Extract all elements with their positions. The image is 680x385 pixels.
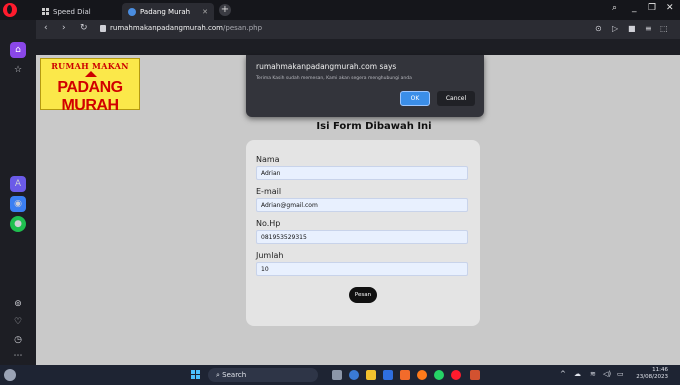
tab-speed-dial[interactable]: Speed Dial	[36, 3, 118, 20]
taskbar-search[interactable]: ⌕ Search	[208, 368, 318, 382]
history-icon[interactable]: ◷	[10, 332, 26, 348]
player-icon[interactable]: ⊚	[10, 296, 26, 312]
wifi-icon[interactable]: ≋	[590, 370, 596, 378]
clock-date: 23/08/2023	[636, 374, 668, 380]
figma-icon[interactable]	[400, 370, 410, 380]
tab-label: Padang Murah	[140, 7, 191, 16]
tab-bar: Speed Dial Padang Murah ✕ + ⌕ _ ❐ ✕	[0, 0, 680, 20]
reload-icon[interactable]: ↻	[80, 23, 88, 33]
clock[interactable]: 11:46 23/08/2023	[628, 367, 668, 381]
jumlah-label: Jumlah	[256, 251, 284, 260]
windows-start-icon[interactable]	[191, 370, 201, 380]
order-form: Nama Adrian E-mail Adrian@gmail.com No.H…	[246, 140, 480, 326]
aria-icon[interactable]: A	[10, 176, 26, 192]
whatsapp-icon[interactable]: ●	[10, 216, 26, 232]
pesan-button[interactable]: Pesan	[349, 287, 377, 303]
taskbar: ⌕ Search ^ ☁ ≋ ◁) ▭ 11:46 23/08/2023	[0, 365, 680, 385]
firefox-icon[interactable]	[417, 370, 427, 380]
nohp-label: No.Hp	[256, 219, 281, 228]
edge-icon[interactable]	[349, 370, 359, 380]
more-icon[interactable]: ⋯	[10, 348, 26, 364]
sidebar: ⌂ ☆ A ◉ ● ⊚ ♡ ◷ ⋯	[0, 20, 36, 365]
vpn-icon[interactable]: ⊙	[595, 24, 602, 33]
close-icon[interactable]: ✕	[202, 8, 208, 16]
battery-icon[interactable]: ▭	[617, 370, 624, 378]
alert-dialog: rumahmakanpadangmurah.com says Terima Ka…	[246, 55, 484, 117]
home-icon[interactable]: ⌂	[10, 42, 26, 58]
chevron-up-icon[interactable]: ^	[560, 370, 566, 378]
dialog-message: Terima Kasih sudah memesan, Kami akan se…	[256, 76, 412, 81]
search-icon[interactable]: ⌕	[612, 3, 617, 13]
profile-icon[interactable]: ⬚	[660, 24, 668, 33]
volume-icon[interactable]: ◁)	[603, 370, 611, 378]
nama-input[interactable]: Adrian	[256, 166, 468, 180]
ok-button[interactable]: OK	[400, 91, 430, 106]
messenger-icon[interactable]: ◉	[10, 196, 26, 212]
weather-icon[interactable]	[4, 369, 16, 381]
close-window-icon[interactable]: ✕	[666, 3, 674, 13]
clock-time: 11:46	[652, 367, 668, 373]
site-logo[interactable]: RUMAH MAKAN PADANG MURAH	[40, 58, 140, 114]
cancel-button[interactable]: Cancel	[437, 91, 475, 106]
file-explorer-icon[interactable]	[366, 370, 376, 380]
tab-padang-murah[interactable]: Padang Murah ✕	[122, 3, 214, 20]
menu-icon[interactable]: ≡	[645, 24, 652, 33]
roof-icon	[85, 71, 97, 77]
new-tab-button[interactable]: +	[219, 4, 231, 16]
tab-label: Speed Dial	[53, 7, 91, 16]
lock-icon	[100, 25, 106, 32]
address-bar: ‹ › ↻ rumahmakanpadangmurah.com/pesan.ph…	[0, 20, 680, 39]
snapshot-icon[interactable]: ■	[628, 24, 636, 33]
email-label: E-mail	[256, 187, 282, 196]
opera-taskbar-icon[interactable]	[451, 370, 461, 380]
grid-icon	[42, 8, 49, 15]
back-icon[interactable]: ‹	[44, 23, 48, 33]
task-view-icon[interactable]	[332, 370, 342, 380]
nama-label: Nama	[256, 155, 280, 164]
cloud-icon[interactable]: ☁	[574, 370, 581, 378]
form-title: Isi Form Dibawah Ini	[316, 121, 432, 132]
logo-top-text: RUMAH MAKAN	[51, 61, 129, 71]
store-icon[interactable]	[383, 370, 393, 380]
nohp-input[interactable]: 081953529315	[256, 230, 468, 244]
heart-icon[interactable]: ♡	[10, 314, 26, 330]
dialog-title: rumahmakanpadangmurah.com says	[256, 62, 397, 71]
jumlah-input[interactable]: 10	[256, 262, 468, 276]
email-input[interactable]: Adrian@gmail.com	[256, 198, 468, 212]
whatsapp-taskbar-icon[interactable]	[434, 370, 444, 380]
globe-icon	[128, 7, 136, 16]
maximize-icon[interactable]: ❐	[648, 3, 656, 13]
minimize-icon[interactable]: _	[632, 3, 637, 13]
opera-logo-icon[interactable]	[3, 3, 17, 17]
powerpoint-icon[interactable]	[470, 370, 480, 380]
star-icon[interactable]: ☆	[10, 62, 26, 78]
url-field[interactable]: rumahmakanpadangmurah.com/pesan.php	[110, 24, 262, 32]
logo-bottom-text: PADANG MURAH	[57, 79, 123, 114]
play-icon[interactable]: ▷	[612, 24, 618, 33]
forward-icon[interactable]: ›	[62, 23, 66, 33]
